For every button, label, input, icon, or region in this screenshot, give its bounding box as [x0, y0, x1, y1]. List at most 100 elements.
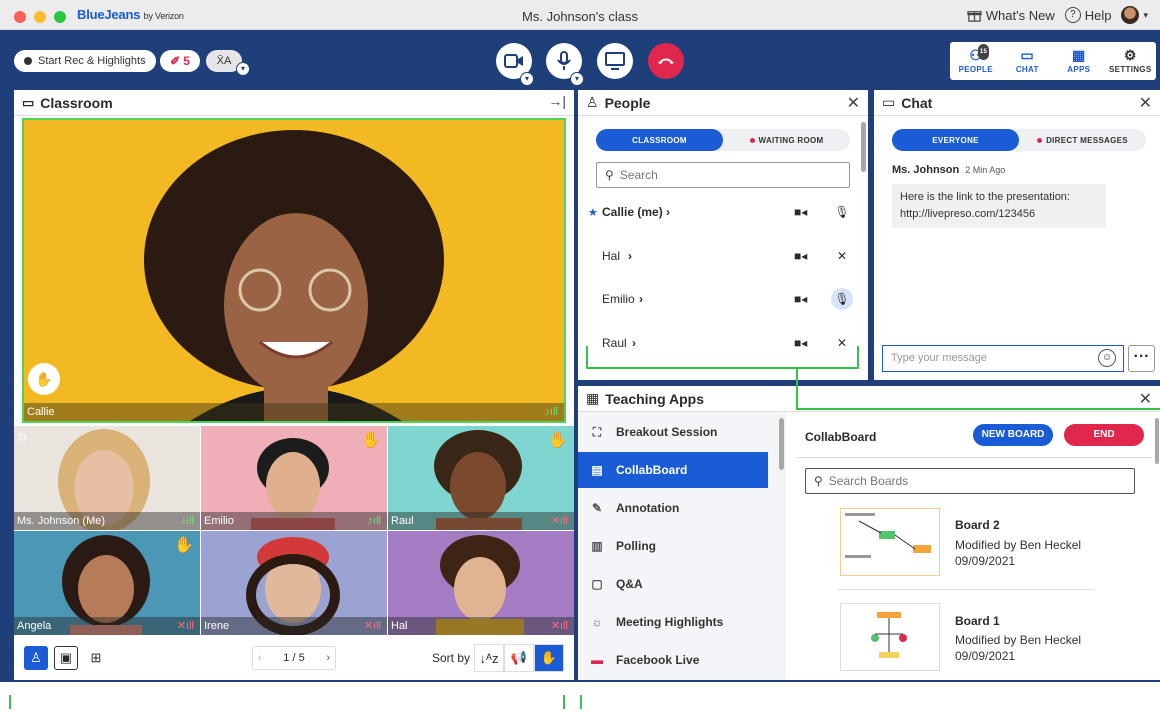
camera-icon[interactable]: ■◂ — [794, 249, 807, 263]
more-options-button[interactable]: ··· — [1128, 345, 1155, 372]
emoji-icon[interactable]: ☺ — [1098, 349, 1116, 367]
translate-options-icon[interactable]: ▾ — [236, 62, 250, 76]
chat-message-link[interactable]: http://livepreso.com/123456 — [900, 206, 1098, 223]
board-thumbnail[interactable] — [840, 508, 940, 576]
board-search-input[interactable]: ⚲ Search Boards — [805, 468, 1135, 494]
app-qa[interactable]: ▢ Q&A — [578, 566, 768, 602]
app-breakout-session[interactable]: ⛶ Breakout Session — [578, 414, 768, 450]
camera-icon[interactable]: ■◂ — [794, 292, 807, 306]
tab-waiting-room[interactable]: WAITING ROOM — [723, 129, 850, 151]
microphone-icon[interactable]: 🎙 — [831, 201, 853, 223]
record-icon — [24, 57, 32, 65]
people-search-input[interactable]: ⚲ Search — [596, 162, 850, 188]
pin-icon[interactable]: ⧉ — [18, 430, 27, 445]
video-options-icon[interactable]: ▾ — [520, 72, 534, 86]
apps-panel-button[interactable]: ▦ APPS — [1053, 42, 1105, 80]
sort-alpha-icon: ↓ᴬz — [479, 650, 499, 666]
speaker-layout-button[interactable]: ▣ — [54, 646, 78, 670]
participant-tile[interactable]: ✋ Angela ✕ıll — [14, 531, 200, 635]
participant-tile[interactable]: ⧉ Ms. Johnson (Me) ♪ıll — [14, 426, 200, 530]
chat-panel-button[interactable]: ▭ CHAT — [1002, 42, 1054, 80]
camera-icon[interactable]: ■◂ — [794, 336, 807, 350]
list-item[interactable]: Hal › ■◂ ✕ — [586, 243, 856, 269]
chat-message-input[interactable]: Type your message — [882, 345, 1124, 372]
end-button[interactable]: END — [1064, 424, 1144, 446]
participant-tile[interactable]: ✋ Emilio ♪ıll — [201, 426, 387, 530]
whats-new-button[interactable]: What's New — [967, 8, 1055, 23]
sort-speaking-button[interactable]: 📢 — [504, 644, 534, 672]
settings-button[interactable]: ⚙ SETTINGS — [1105, 42, 1157, 80]
speaker-layout-icon: ▣ — [59, 650, 73, 665]
highlights-count: 5 — [183, 54, 190, 68]
sort-alpha-button[interactable]: ↓ᴬz — [474, 644, 504, 672]
chevron-down-icon: ▾ — [1143, 9, 1148, 20]
chat-title: Chat — [901, 94, 933, 111]
apps-scrollbar[interactable] — [779, 418, 784, 470]
divider — [838, 589, 1094, 590]
app-collabboard[interactable]: ▤ CollabBoard — [578, 452, 768, 488]
classroom-layout-button[interactable]: ♙ — [24, 646, 48, 670]
participant-tile[interactable]: Hal ✕ıll — [388, 531, 574, 635]
leave-meeting-button[interactable] — [648, 43, 684, 79]
app-annotation[interactable]: ✎ Annotation — [578, 490, 768, 526]
microphone-icon — [557, 51, 571, 70]
tab-everyone[interactable]: EVERYONE — [892, 129, 1019, 151]
app-polling[interactable]: ▥ Polling — [578, 528, 768, 564]
audio-level-icon: ♪ıll — [544, 406, 558, 418]
chat-message-author: Ms. Johnson 2 Min Ago — [892, 164, 1006, 176]
people-search-placeholder: Search — [619, 168, 658, 182]
pen-icon: ✎ — [591, 501, 603, 515]
guide-line — [796, 408, 1160, 410]
participant-tile[interactable]: Irene ✕ıll — [201, 531, 387, 635]
main-speaker-video: ✋ Callie ♪ıll — [22, 118, 566, 423]
collapse-panel-icon[interactable]: →| — [548, 93, 566, 109]
muted-mic-icon: ✕ıll — [550, 515, 568, 527]
apps-icon: ▦ — [1071, 47, 1086, 63]
next-page-icon[interactable]: › — [326, 652, 330, 664]
divider — [796, 457, 1152, 458]
participant-name: Hal — [602, 249, 621, 263]
muted-mic-icon[interactable]: ✕ — [831, 245, 853, 267]
participant-name: Hal — [391, 620, 408, 632]
app-facebook-live[interactable]: ▬ Facebook Live — [578, 642, 768, 678]
people-tabs: CLASSROOM WAITING ROOM — [596, 129, 850, 151]
board-preview — [845, 513, 931, 558]
board-thumbnail[interactable] — [840, 603, 940, 671]
highlights-button[interactable]: ✐ 5 — [160, 50, 200, 72]
board-name[interactable]: Board 2 — [955, 518, 1000, 532]
people-panel-button[interactable]: ⚇ 15 PEOPLE — [950, 42, 1002, 80]
user-menu[interactable]: ▾ — [1121, 6, 1148, 24]
guide-line — [857, 346, 859, 369]
chat-message-text: Here is the link to the presentation: — [900, 191, 1070, 203]
wave-button[interactable]: ✋ — [28, 363, 60, 395]
tab-classroom[interactable]: CLASSROOM — [596, 129, 723, 151]
avatar — [1121, 6, 1140, 24]
list-item[interactable]: ★ Callie (me) › ■◂ 🎙 — [586, 199, 856, 225]
chat-icon: ▭ — [1020, 47, 1035, 63]
list-item[interactable]: Emilio › ■◂ 🎙 — [586, 286, 856, 312]
muted-mic-icon: ✕ıll — [363, 620, 381, 632]
active-mic-icon[interactable]: 🎙 — [831, 288, 853, 310]
muted-mic-icon[interactable]: ✕ — [831, 332, 853, 354]
sort-hand-button[interactable]: ✋ — [534, 644, 564, 672]
grid-layout-button[interactable]: ⊞ — [84, 646, 108, 670]
list-item[interactable]: Raul › ■◂ ✕ — [586, 330, 856, 356]
close-people-icon[interactable]: ✕ — [847, 93, 860, 113]
new-board-button[interactable]: NEW BOARD — [973, 424, 1053, 446]
board-name[interactable]: Board 1 — [955, 614, 1000, 628]
mic-options-icon[interactable]: ▾ — [570, 72, 584, 86]
prev-page-icon[interactable]: ‹ — [258, 652, 262, 664]
guide-line — [563, 695, 565, 709]
camera-icon[interactable]: ■◂ — [794, 205, 807, 219]
boards-scrollbar[interactable] — [1155, 418, 1159, 464]
participant-tile[interactable]: ✋ Raul ✕ıll — [388, 426, 574, 530]
close-apps-icon[interactable]: ✕ — [1139, 389, 1152, 409]
start-recording-button[interactable]: Start Rec & Highlights — [14, 50, 156, 72]
help-button[interactable]: ? Help — [1064, 7, 1111, 23]
app-meeting-highlights[interactable]: ☼ Meeting Highlights — [578, 604, 768, 640]
star-icon: ★ — [588, 206, 598, 219]
tab-direct-messages[interactable]: DIRECT MESSAGES — [1019, 129, 1146, 151]
people-scrollbar[interactable] — [861, 122, 866, 172]
share-screen-button[interactable] — [597, 43, 633, 79]
close-chat-icon[interactable]: ✕ — [1139, 93, 1152, 113]
